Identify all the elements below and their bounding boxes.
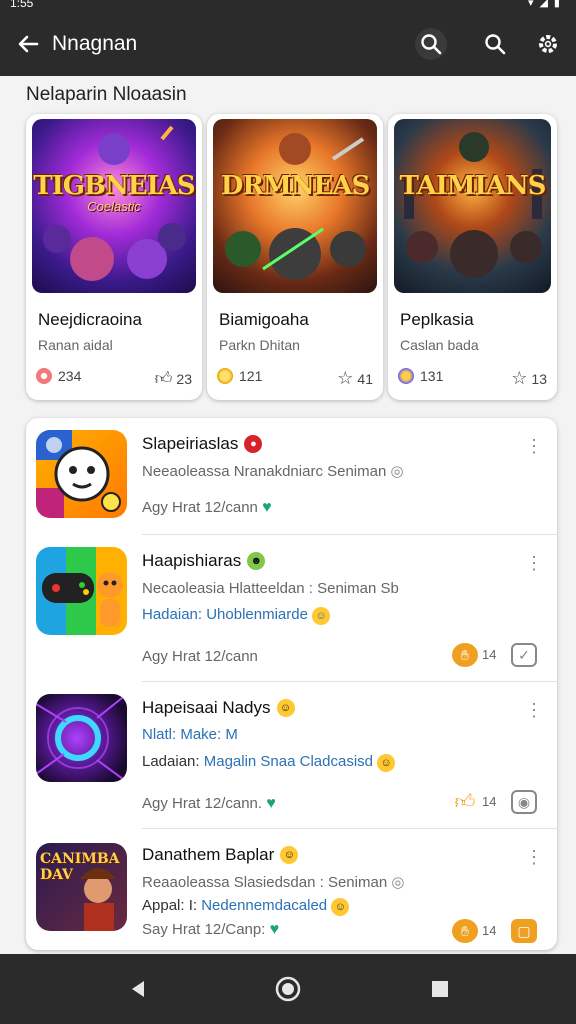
smile-emoji-icon: ☺ — [312, 607, 331, 625]
featured-game-card[interactable]: DRMNEAS Biamigoaha Parkn Dhitan 121 ☆ 41 — [207, 114, 383, 400]
smile-emoji-icon: ☺ — [377, 754, 396, 772]
featured-game-card[interactable]: TIGBNEIAS Coelastic Neejdicraoina Ranan … — [26, 114, 202, 400]
coin-icon — [217, 368, 233, 384]
thumbs-up-icon: 👍︎ — [154, 369, 173, 388]
smile-emoji-icon: ☺ — [280, 846, 299, 864]
fire-icon[interactable]: ✋︎ — [452, 919, 478, 943]
reaction-count: 14 — [482, 794, 497, 809]
star-icon: ☆ — [511, 368, 528, 388]
list-item[interactable]: Hapeisaai Nadys ☺ Nlatl: Make: M Ladaian:… — [26, 682, 557, 829]
card-stat-count: 121 — [239, 368, 263, 384]
nav-recents-icon[interactable] — [425, 974, 455, 1004]
page-title: Nnagnan — [52, 32, 138, 55]
heart-icon[interactable]: ♥ — [266, 795, 276, 812]
star-count: 13 — [531, 370, 547, 387]
card-name: Peplkasia — [400, 310, 474, 329]
list-item[interactable]: CANIMBA DAV Danathem Baplar ☺ Reaaoleassa… — [26, 829, 557, 950]
app-icon — [36, 694, 127, 782]
art-title: TIGBNEIAS — [33, 171, 195, 201]
featured-game-card[interactable]: TAIMIANS Peplkasia Caslan bada 131 ☆ 13 — [388, 114, 557, 400]
reaction-count: 14 — [482, 647, 497, 662]
game-artwork: DRMNEAS — [213, 119, 377, 293]
nav-back-icon[interactable] — [123, 974, 153, 1004]
rating-stat[interactable]: ☆ 41 — [337, 368, 373, 389]
item-meta: Agy Hrat 12/cann — [142, 499, 258, 516]
item-meta: Agy Hrat 12/cann. — [142, 795, 263, 812]
item-label: Ladaian: — [142, 753, 200, 770]
card-subtitle: Ranan aidal — [38, 337, 113, 353]
more-options-icon[interactable]: ⋮ — [525, 700, 543, 721]
list-item[interactable]: Slapeiriaslas ● Neeaoleassa Nranakdniarc … — [26, 418, 557, 535]
eye-icon: ◎ — [391, 874, 405, 891]
chat-icon[interactable]: ▢ — [511, 919, 537, 943]
check-box-icon[interactable]: ✓ — [511, 643, 537, 667]
trophy-icon — [398, 368, 414, 384]
system-nav-bar — [0, 954, 576, 1024]
app-bar: Nnagnan — [0, 12, 576, 76]
status-time: 1:55 — [10, 0, 34, 10]
star-icon: ☆ — [337, 368, 354, 388]
game-list: Slapeiriaslas ● Neeaoleassa Nranakdniarc … — [26, 418, 557, 950]
list-item[interactable]: Haapishiaras ☻ Necaoleasia Hlatteeldan : … — [26, 535, 557, 682]
item-link[interactable]: Magalin Snaa Cladcasisd — [204, 753, 373, 770]
art-title: DRMNEAS — [220, 171, 370, 201]
art-subtitle: Coelastic — [87, 199, 141, 214]
emoji-icon: ☻ — [247, 552, 266, 570]
card-subtitle: Parkn Dhitan — [219, 337, 300, 353]
more-options-icon[interactable]: ⋮ — [525, 553, 543, 574]
smile-emoji-icon: ☺ — [331, 898, 350, 916]
eye-icon: ◎ — [390, 463, 404, 480]
item-description: Reaaoleassa Slasiedsdan : Seniman — [142, 874, 388, 891]
nav-home-icon[interactable] — [273, 974, 303, 1004]
gear-icon[interactable] — [532, 28, 564, 60]
status-bar: 1:55 ▾◢▮ — [0, 0, 576, 12]
app-icon: CANIMBA DAV — [36, 843, 127, 931]
item-title: Danathem Baplar — [142, 845, 275, 864]
app-icon — [36, 547, 127, 635]
heart-icon[interactable]: ♥ — [262, 499, 272, 516]
search-icon[interactable] — [415, 28, 447, 60]
item-title: Slapeiriaslas — [142, 434, 239, 453]
item-meta: Say Hrat 12/Canp: — [142, 921, 266, 938]
thumbs-up-icon[interactable]: 👍︎ — [452, 790, 478, 814]
more-options-icon[interactable]: ⋮ — [525, 847, 543, 868]
card-stat-count: 234 — [58, 368, 82, 384]
back-arrow-icon[interactable] — [12, 28, 44, 60]
smile-emoji-icon: ☺ — [276, 699, 295, 717]
card-name: Neejdicraoina — [38, 310, 142, 329]
item-meta: Agy Hrat 12/cann — [142, 648, 258, 665]
item-link[interactable]: Hadaian: Uhoblenmiarde — [142, 606, 308, 623]
card-name: Biamigoaha — [219, 310, 309, 329]
art-title: TAIMIANS — [399, 171, 547, 201]
game-artwork: TAIMIANS — [394, 119, 551, 293]
thumb-title: CANIMBA DAV — [40, 851, 120, 883]
notification-badge-icon: ● — [244, 435, 263, 453]
item-link[interactable]: Nedennemdacaled — [201, 897, 327, 914]
item-label: Appal: I: — [142, 897, 198, 914]
heart-icon[interactable]: ♥ — [270, 921, 280, 938]
card-subtitle: Caslan bada — [400, 337, 479, 353]
like-stat[interactable]: 👍︎ 23 — [155, 368, 192, 389]
item-description: Necaoleasia Hlatteeldan : Seniman Sb — [142, 580, 399, 597]
card-stat-count: 131 — [420, 368, 444, 384]
rating-stat[interactable]: ☆ 13 — [511, 368, 547, 389]
like-count: 23 — [176, 370, 192, 387]
reaction-count: 14 — [482, 923, 497, 938]
camera-icon[interactable]: ◉ — [511, 790, 537, 814]
game-artwork: TIGBNEIAS Coelastic — [32, 119, 196, 293]
item-title: Haapishiaras — [142, 551, 242, 570]
app-icon — [36, 430, 127, 518]
fire-icon[interactable]: ✋︎ — [452, 643, 478, 667]
more-options-icon[interactable]: ⋮ — [525, 436, 543, 457]
heart-dot-icon — [36, 368, 52, 384]
search-icon[interactable] — [479, 28, 511, 60]
item-description: Neeaoleassa Nranakdniarc Seniman — [142, 463, 387, 480]
section-title: Nelaparin Nloaasin — [26, 84, 187, 105]
star-count: 41 — [357, 370, 373, 387]
item-title: Hapeisaai Nadys — [142, 698, 271, 717]
item-description: Nlatl: Make: M — [142, 726, 238, 743]
status-icons: ▾◢▮ — [527, 0, 566, 9]
